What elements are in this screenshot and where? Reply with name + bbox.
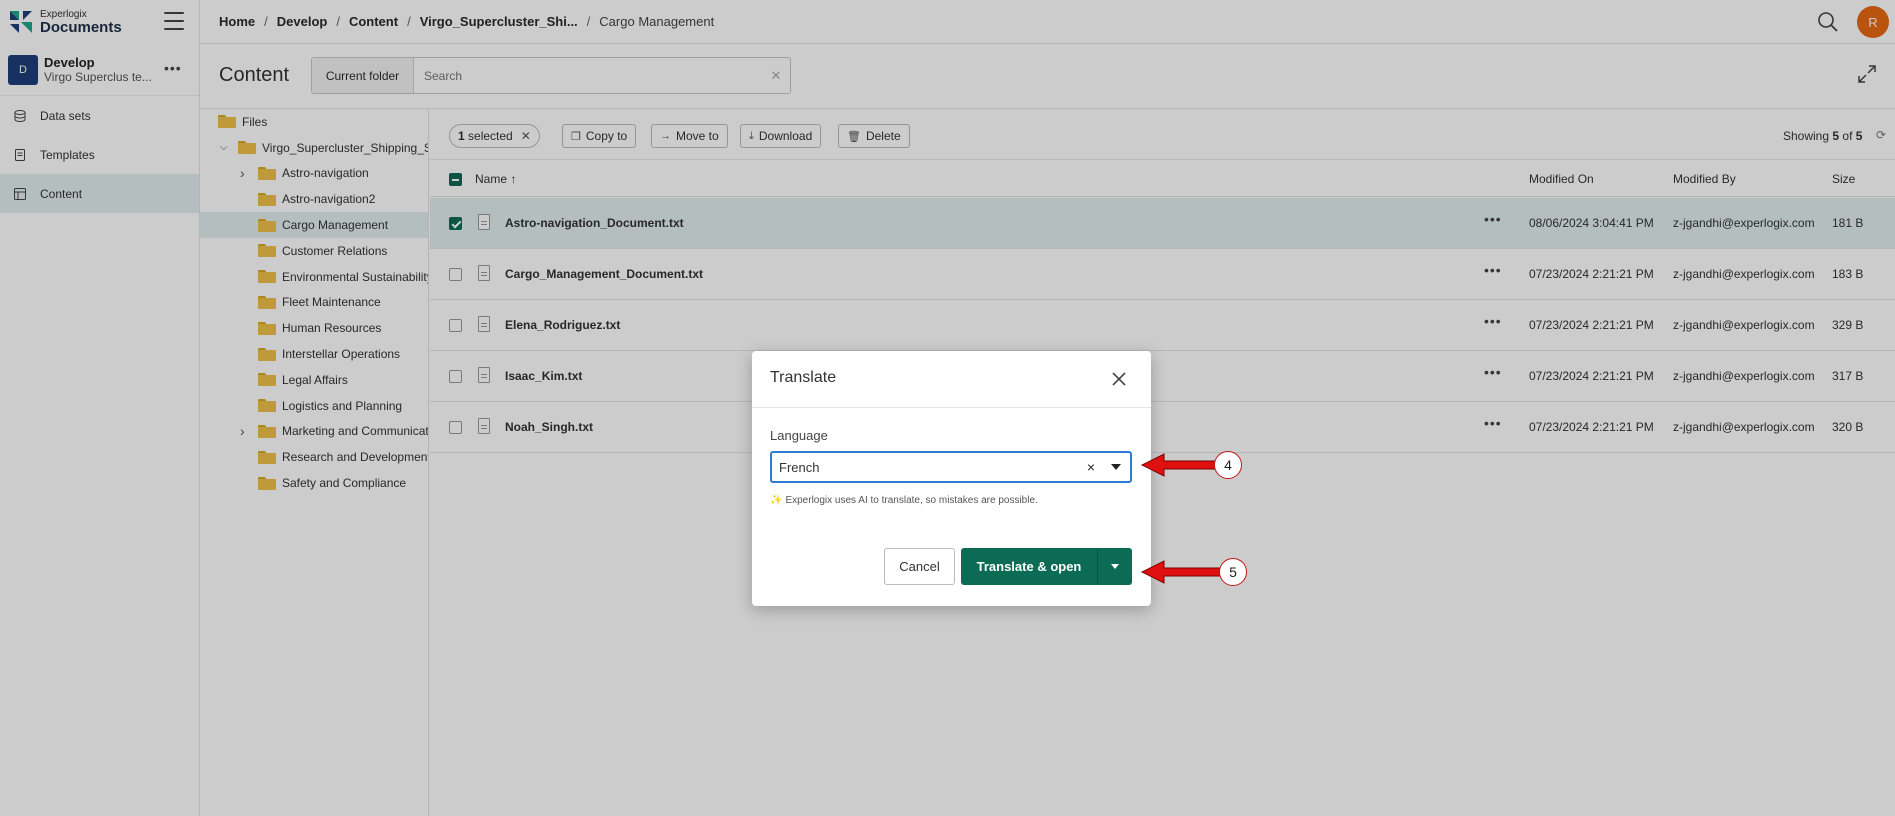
annotation-step-4: 4: [1214, 451, 1242, 479]
language-value: French: [779, 459, 820, 475]
translate-open-button[interactable]: Translate & open: [961, 548, 1097, 585]
clear-language-icon[interactable]: ×: [1080, 459, 1102, 475]
translate-dialog: Translate Language French × ✨ Experlogix …: [752, 351, 1151, 606]
dialog-title: Translate: [770, 369, 837, 386]
close-icon[interactable]: [1109, 369, 1129, 389]
ai-disclaimer: ✨ Experlogix uses AI to translate, so mis…: [770, 495, 1038, 506]
sparkle-icon: ✨: [770, 495, 783, 506]
translate-options-dropdown[interactable]: [1097, 548, 1132, 585]
chevron-down-icon[interactable]: [1102, 453, 1130, 481]
language-select[interactable]: French ×: [770, 451, 1132, 483]
cancel-button[interactable]: Cancel: [884, 548, 955, 585]
language-label: Language: [770, 428, 828, 443]
annotation-step-5: 5: [1219, 558, 1247, 586]
